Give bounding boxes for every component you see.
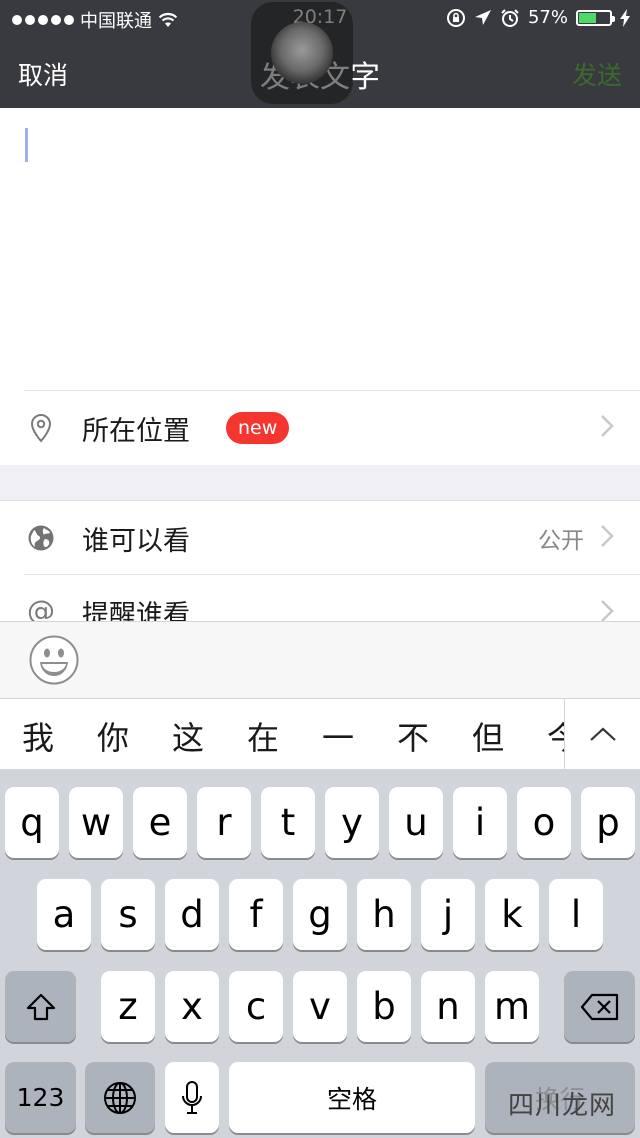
siri-overlay [251,2,353,104]
candidate-word[interactable]: 我 [13,713,63,759]
location-label: 所在位置 [82,415,190,447]
key-m[interactable]: m [485,971,539,1042]
backspace-key[interactable] [564,971,635,1042]
microphone-icon [182,1080,202,1114]
candidate-word[interactable]: 这 [163,713,213,759]
key-c[interactable]: c [229,971,283,1042]
numbers-key[interactable]: 123 [5,1062,76,1133]
location-pin-icon [26,413,56,443]
smiley-icon[interactable] [29,635,79,685]
battery-percent: 57% [527,7,568,28]
key-b[interactable]: b [357,971,411,1042]
space-key[interactable]: 空格 [229,1062,475,1133]
shift-key[interactable] [5,971,76,1042]
at-icon: @ [27,593,55,622]
key-f[interactable]: f [229,879,283,950]
key-v[interactable]: v [293,971,347,1042]
visibility-row[interactable]: 谁可以看 公开 [0,500,640,575]
charging-bolt-icon [620,8,630,27]
key-k[interactable]: k [485,879,539,950]
dictation-key[interactable] [165,1062,219,1133]
key-p[interactable]: p [581,787,635,858]
key-e[interactable]: e [133,787,187,858]
backspace-icon [580,993,618,1020]
key-n[interactable]: n [421,971,475,1042]
globe-icon [104,1081,136,1114]
key-j[interactable]: j [421,879,475,950]
candidate-word[interactable]: 你 [88,713,138,759]
chevron-right-icon [600,412,614,445]
key-o[interactable]: o [517,787,571,858]
shift-arrow-icon [26,993,55,1020]
battery-fill [579,12,596,23]
send-button[interactable]: 发送 [572,56,622,92]
key-a[interactable]: a [37,879,91,950]
watermark-text: 四川龙网 [507,1091,616,1121]
emoji-toolbar [0,621,640,698]
location-arrow-icon [474,9,491,25]
chevron-up-icon [590,727,616,741]
text-cursor [25,128,28,162]
key-x[interactable]: x [165,971,219,1042]
visibility-value: 公开 [538,528,584,554]
candidate-word[interactable]: 不 [388,713,438,759]
status-right: 57% [446,7,630,28]
new-badge: new [226,412,290,444]
key-i[interactable]: i [453,787,507,858]
candidate-word[interactable]: 在 [238,713,288,759]
key-h[interactable]: h [357,879,411,950]
globe-key[interactable] [85,1062,155,1133]
expand-candidates-button[interactable] [564,699,640,769]
compose-text-area[interactable] [0,108,640,390]
key-q[interactable]: q [5,787,59,858]
visibility-label: 谁可以看 [82,525,190,557]
key-d[interactable]: d [165,879,219,950]
key-s[interactable]: s [101,879,155,950]
candidate-word[interactable]: 一 [313,713,363,759]
key-u[interactable]: u [389,787,443,858]
location-row[interactable]: 所在位置 new [0,391,640,465]
chevron-right-icon [600,522,614,555]
orientation-lock-icon [446,8,465,27]
siri-orb-icon [271,22,333,84]
key-w[interactable]: w [69,787,123,858]
chevron-right-icon [600,597,614,621]
ime-candidate-bar: 我 你 这 在 一 不 但 今 [0,698,640,769]
alarm-icon [501,8,519,27]
remind-row[interactable]: @ 提醒谁看 [0,575,640,621]
key-t[interactable]: t [261,787,315,858]
section-gap [0,465,640,500]
battery-icon [576,9,615,26]
key-g[interactable]: g [293,879,347,950]
key-r[interactable]: r [197,787,251,858]
keyboard: q w e r t y u i o p a s d f g h j k l z … [0,769,640,1138]
remind-label: 提醒谁看 [82,600,190,621]
globe-icon [26,523,56,553]
key-z[interactable]: z [101,971,155,1042]
key-l[interactable]: l [549,879,603,950]
top-bar: 中国联通 20:17 57% [0,0,640,108]
candidate-word[interactable]: 但 [463,713,513,759]
key-y[interactable]: y [325,787,379,858]
